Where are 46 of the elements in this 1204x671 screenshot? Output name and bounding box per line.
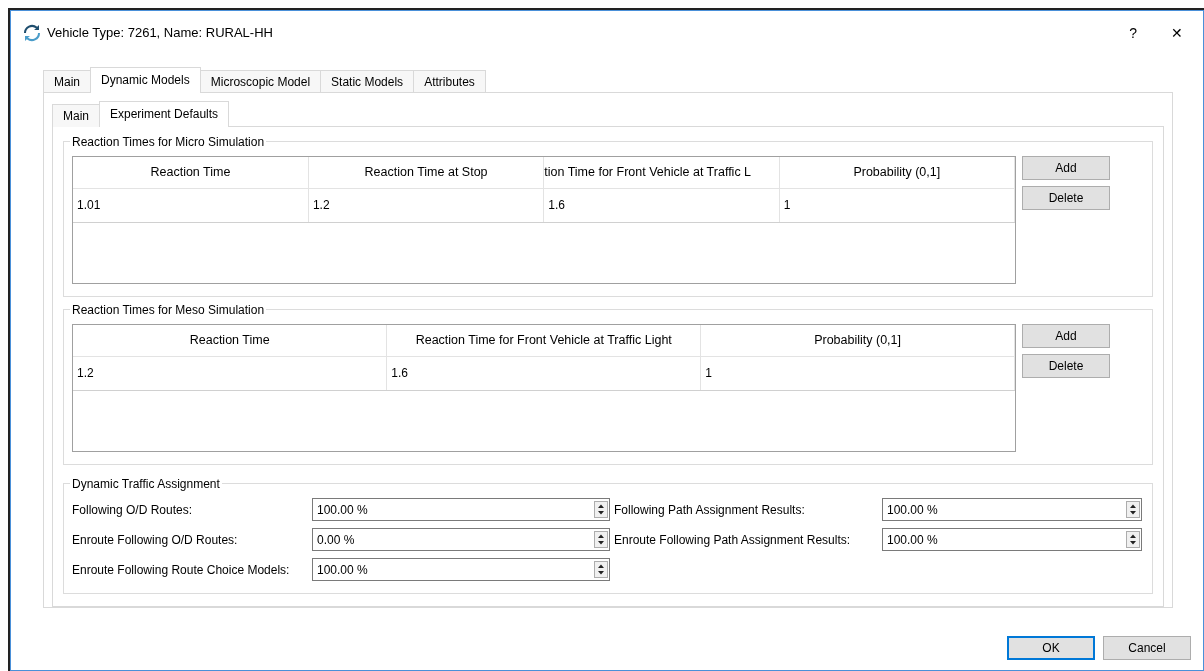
- tab[interactable]: Dynamic Models: [90, 67, 201, 93]
- action-button[interactable]: Delete: [1022, 354, 1110, 378]
- tab[interactable]: Microscopic Model: [199, 70, 322, 93]
- spin-arrows-icon[interactable]: [1126, 501, 1140, 518]
- tab[interactable]: Experiment Defaults: [99, 101, 230, 127]
- spin-field[interactable]: 100.00 %: [312, 558, 610, 581]
- tab[interactable]: Main: [43, 70, 91, 93]
- column-header[interactable]: Reaction Time: [73, 325, 387, 357]
- table-cell: 1.2: [73, 356, 387, 391]
- table-cell: 1: [700, 356, 1015, 391]
- tab[interactable]: Main: [52, 104, 100, 127]
- table-cell: 1: [779, 188, 1015, 223]
- table-cell: 1.6: [386, 356, 701, 391]
- column-header[interactable]: Reaction Time for Front Vehicle at Traffic Light: [386, 325, 701, 357]
- table-cell: 1.6: [543, 188, 780, 223]
- field-label: Enroute Following Path Assignment Results:: [614, 531, 852, 549]
- column-header[interactable]: Probability (0,1]: [779, 157, 1015, 189]
- window-title: Vehicle Type: 7261, Name: RURAL-HH: [47, 24, 274, 43]
- action-button[interactable]: Add: [1022, 324, 1110, 348]
- tab[interactable]: Attributes: [413, 70, 486, 93]
- spin-field[interactable]: 100.00 %: [312, 498, 610, 521]
- spin-arrows-icon[interactable]: [594, 561, 608, 578]
- help-button[interactable]: ?: [1121, 22, 1145, 44]
- table-cell: 1.2: [308, 188, 544, 223]
- spin-arrows-icon[interactable]: [594, 531, 608, 548]
- column-header[interactable]: Reaction Time: [73, 157, 309, 189]
- field-label: Enroute Following Route Choice Models:: [72, 561, 291, 579]
- dialog-button[interactable]: Cancel: [1103, 636, 1191, 660]
- spin-field[interactable]: 0.00 %: [312, 528, 610, 551]
- spin-field[interactable]: 100.00 %: [882, 528, 1142, 551]
- field-label: Enroute Following O/D Routes:: [72, 531, 239, 549]
- spin-field[interactable]: 100.00 %: [882, 498, 1142, 521]
- tab[interactable]: Static Models: [320, 70, 415, 93]
- column-header[interactable]: Probability (0,1]: [700, 325, 1015, 357]
- table-cell: 1.01: [73, 188, 309, 223]
- field-label: Following Path Assignment Results:: [614, 501, 806, 519]
- field-label: Following O/D Routes:: [72, 501, 194, 519]
- action-button[interactable]: Delete: [1022, 186, 1110, 210]
- column-header[interactable]: Reaction Time at Stop: [308, 157, 544, 189]
- spin-arrows-icon[interactable]: [594, 501, 608, 518]
- app-logo-icon: [23, 24, 41, 42]
- dialog-button[interactable]: OK: [1007, 636, 1095, 660]
- close-button[interactable]: ✕: [1163, 22, 1191, 44]
- action-button[interactable]: Add: [1022, 156, 1110, 180]
- column-header[interactable]: tion Time for Front Vehicle at Traffic L: [543, 157, 780, 189]
- spin-arrows-icon[interactable]: [1126, 531, 1140, 548]
